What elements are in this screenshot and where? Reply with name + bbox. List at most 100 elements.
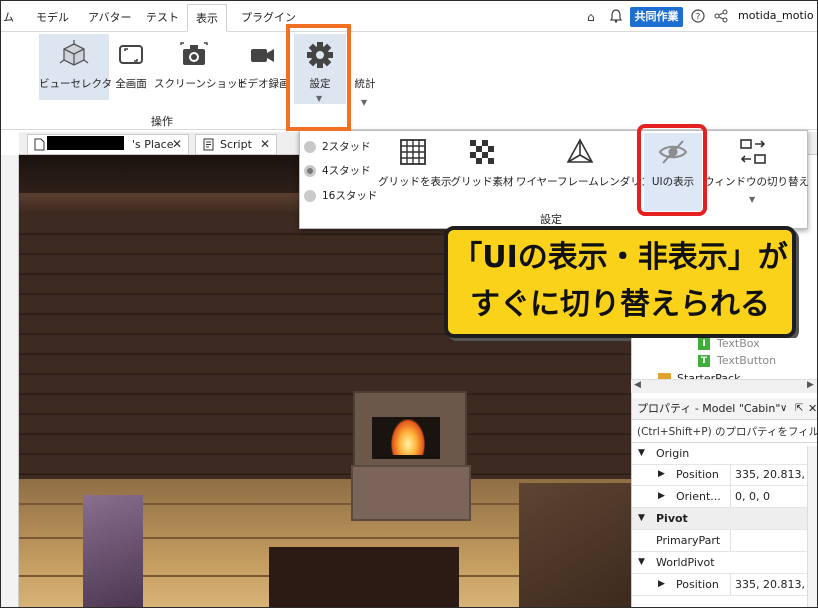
explorer-item-textbox[interactable]: TextBox: [717, 337, 760, 350]
wireframe-button[interactable]: ワイヤーフレームレンダリング: [516, 137, 644, 189]
wireframe-label: ワイヤーフレームレンダリング: [516, 176, 644, 188]
chair-left: [83, 495, 143, 607]
chevron-down-icon: ▼: [361, 98, 368, 107]
redacted-name: [47, 136, 124, 150]
chevron-down-icon: ▼: [749, 195, 756, 204]
menu-bar: ム モデル アバター テスト 表示 プラグイン ⌂ 共同作業 ? motida_…: [1, 1, 817, 32]
left-panel-edge: [1, 155, 19, 607]
camera-icon: [178, 40, 210, 70]
close-icon[interactable]: ✕: [808, 398, 817, 420]
stats-button[interactable]: 統計 ▼: [351, 34, 379, 107]
wireframe-icon: [565, 137, 595, 167]
callout-line-2: すぐに切り替えられる: [470, 287, 770, 322]
properties-title: プロパティ - Model "Cabin": [637, 402, 781, 415]
menu-tab-plugins[interactable]: プラグイン: [241, 9, 296, 25]
switch-window-icon: [738, 137, 768, 167]
property-row-origin[interactable]: ▼ Origin: [632, 443, 810, 465]
property-value[interactable]: 0, 0, 0: [730, 486, 770, 507]
menu-tab-view[interactable]: 表示: [187, 4, 227, 32]
property-row-primarypart[interactable]: PrimaryPart: [632, 530, 810, 552]
show-grid-button[interactable]: グリッドを表示: [378, 137, 452, 189]
property-row-orientation[interactable]: ▶ Orient... 0, 0, 0: [632, 486, 810, 508]
cube-axes-icon: [58, 40, 90, 70]
radio-16-studs[interactable]: 16スタッド: [304, 190, 377, 202]
fullscreen-label: 全画面: [115, 78, 147, 90]
annotation-callout: 「UIの表示・非表示」が すぐに切り替えられる: [444, 226, 796, 338]
help-icon[interactable]: ?: [691, 9, 705, 26]
property-value[interactable]: 335, 20.813, 180: [730, 574, 817, 595]
properties-filter-input[interactable]: (Ctrl+Shift+P) のプロパティをフィル...: [632, 422, 817, 443]
menu-tab-avatar[interactable]: アバター: [88, 9, 132, 25]
share-icon[interactable]: [714, 9, 728, 26]
radio-2-studs[interactable]: 2スタッド: [304, 141, 371, 153]
explorer-scrollbar[interactable]: ◀ ▶: [631, 379, 817, 393]
grid-icon: [398, 137, 428, 167]
svg-text:?: ?: [696, 13, 701, 23]
chevron-down-icon[interactable]: ∨: [780, 398, 787, 420]
properties-header: プロパティ - Model "Cabin" ∨ ⇱ ✕: [632, 398, 817, 420]
collaborate-button[interactable]: 共同作業: [630, 7, 683, 27]
view-selector-label: ビューセレクタ: [39, 78, 113, 90]
tab-place-title: 's Place: [132, 138, 174, 151]
video-record-label: ビデオ録画: [237, 78, 287, 90]
explorer-item-textbutton[interactable]: TextButton: [717, 354, 776, 367]
property-value[interactable]: 335, 20.813, 180: [730, 464, 817, 485]
callout-line-1: 「UIの表示・非表示」が: [452, 240, 788, 275]
rug: [269, 547, 459, 607]
tab-script[interactable]: Script ✕: [195, 134, 277, 155]
settings-highlight: [286, 24, 351, 131]
video-record-button[interactable]: ビデオ録画: [237, 34, 287, 100]
textbutton-icon: T: [698, 355, 710, 367]
fullscreen-button[interactable]: 全画面: [111, 34, 151, 100]
popout-icon[interactable]: ⇱: [795, 398, 803, 420]
chevron-down-icon: ▼: [638, 513, 645, 523]
textbox-icon: I: [698, 338, 710, 350]
chevron-down-icon: ▼: [638, 448, 645, 458]
close-icon[interactable]: ✕: [260, 135, 270, 154]
property-row-worldpivot[interactable]: ▼ WorldPivot: [632, 552, 810, 574]
chevron-right-icon[interactable]: ▶: [807, 380, 814, 390]
triangle-icon[interactable]: ⌂: [587, 10, 595, 24]
studio-window: ム モデル アバター テスト 表示 プラグイン ⌂ 共同作業 ? motida_…: [0, 0, 818, 608]
chevron-down-icon: ▼: [638, 557, 645, 567]
fullscreen-icon: [115, 40, 147, 70]
switch-window-button[interactable]: ウィンドウの切り替え ▼: [704, 137, 809, 204]
settings-dropdown: 2スタッド 4スタッド 16スタッド グリッドを表示 グリッド素材 ワイヤーフレ…: [299, 130, 809, 229]
properties-panel: プロパティ - Model "Cabin" ∨ ⇱ ✕ (Ctrl+Shift+…: [631, 398, 817, 607]
fireplace-hearth: [351, 465, 471, 521]
settings-group-label: 設定: [540, 213, 562, 226]
fire: [391, 419, 425, 455]
close-icon[interactable]: ✕: [172, 135, 182, 154]
chair-right: [519, 483, 631, 607]
menu-tab-test[interactable]: テスト: [146, 9, 179, 25]
menu-tab-home[interactable]: ム: [3, 9, 14, 25]
property-category-pivot[interactable]: ▼ Pivot: [632, 508, 810, 530]
chevron-left-icon[interactable]: ◀: [634, 380, 641, 390]
chevron-right-icon: ▶: [658, 579, 665, 589]
ui-toggle-highlight: [637, 124, 707, 216]
view-selector-button[interactable]: ビューセレクタ: [39, 34, 113, 100]
screenshot-label: スクリーンショット: [154, 78, 248, 90]
grid-material-label: グリッド素材: [450, 176, 514, 188]
property-value[interactable]: [730, 530, 735, 551]
property-row-position[interactable]: ▶ Position 335, 20.813, 180: [632, 464, 817, 486]
ribbon: ビューセレクタ 全画面 スクリーンショット ビデオ録画 設定 ▼ 統計 ▼ 操作: [1, 32, 817, 130]
switch-window-label: ウィンドウの切り替え: [704, 176, 809, 188]
property-row-worldpivot-position[interactable]: ▶ Position 335, 20.813, 180: [632, 574, 817, 596]
menu-tab-model[interactable]: モデル: [36, 9, 69, 25]
bell-icon[interactable]: [610, 9, 622, 26]
tab-script-title: Script: [220, 138, 252, 151]
stats-label: 統計: [354, 78, 376, 90]
chevron-right-icon: ▶: [658, 469, 665, 479]
username-label[interactable]: motida_motio: [738, 9, 814, 22]
video-camera-icon: [246, 40, 278, 70]
screenshot-button[interactable]: スクリーンショット: [154, 34, 248, 100]
grid-material-button[interactable]: グリッド素材: [450, 137, 514, 189]
checker-icon: [467, 137, 497, 167]
properties-scrollbar[interactable]: [807, 446, 817, 607]
ribbon-group-label: 操作: [151, 115, 173, 128]
stats-icon: [355, 40, 375, 70]
show-grid-label: グリッドを表示: [378, 176, 452, 188]
chevron-right-icon: ▶: [658, 491, 665, 501]
radio-4-studs[interactable]: 4スタッド: [304, 165, 371, 177]
